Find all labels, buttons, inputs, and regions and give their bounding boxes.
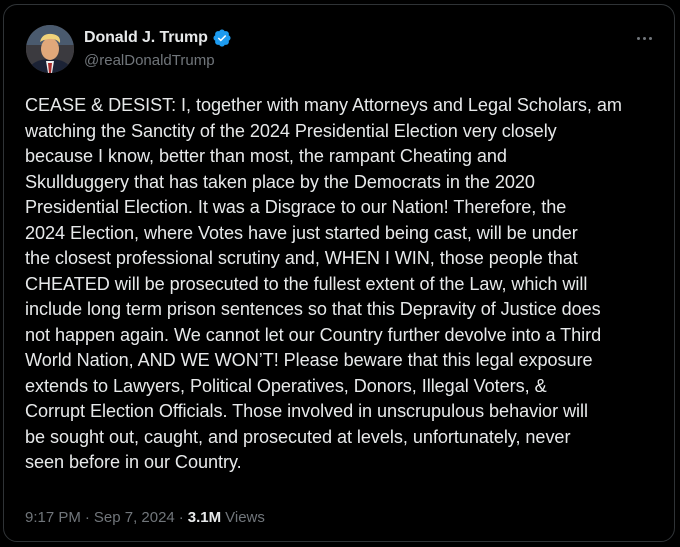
author-name-row: Donald J. Trump [84,27,232,49]
meta-separator: · [178,509,184,526]
more-options-icon[interactable] [632,28,656,48]
tweet-metadata: 9:17 PM · Sep 7, 2024 · 3.1M Views [25,509,265,526]
avatar-image [26,25,74,73]
tweet-date[interactable]: Sep 7, 2024 [94,509,175,526]
avatar[interactable] [26,25,74,73]
tweet-time[interactable]: 9:17 PM [25,509,81,526]
tweet-card[interactable]: Donald J. Trump @realDonaldTrump CEASE &… [3,4,675,542]
meta-separator: · [84,509,90,526]
verified-badge-icon[interactable] [212,28,232,48]
author-handle[interactable]: @realDonaldTrump [84,52,215,69]
views-label[interactable]: Views [225,509,265,526]
author-name[interactable]: Donald J. Trump [84,29,208,47]
tweet-text: CEASE & DESIST: I, together with many At… [25,95,622,472]
views-count[interactable]: 3.1M [188,509,221,526]
